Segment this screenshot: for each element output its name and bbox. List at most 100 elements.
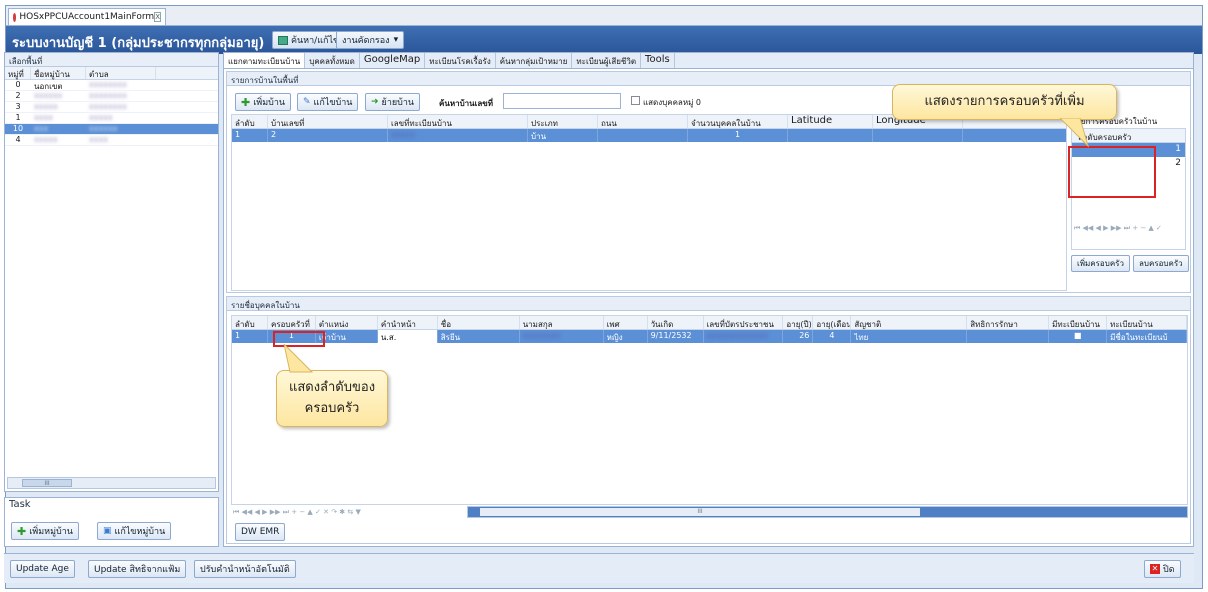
tab-target[interactable]: ค้นหากลุ่มเป้าหมาย	[496, 53, 573, 68]
col-type[interactable]: ประเภท	[528, 115, 598, 128]
col-no[interactable]: ลำดับ	[232, 316, 268, 329]
village-horizontal-scrollbar[interactable]: III	[7, 477, 216, 489]
col-age-month[interactable]: อายุ(เดือน)	[813, 316, 852, 329]
col-lastname[interactable]: นามสกุล	[520, 316, 604, 329]
dw-emr-button[interactable]: DW EMR	[235, 523, 286, 541]
tab-all-persons[interactable]: บุคคลทั้งหมด	[305, 53, 360, 68]
col-name[interactable]: ชื่อ	[438, 316, 520, 329]
col-position[interactable]: ตำแหน่ง	[316, 316, 378, 329]
cell-type: บ้าน	[528, 129, 598, 142]
village-grid-header: หมู่ที่ ชื่อหมู่บ้าน ตำบล	[5, 67, 218, 80]
col-tambon[interactable]: ตำบล	[86, 67, 156, 79]
cell-sex: หญิง	[604, 330, 648, 343]
col-moo[interactable]: หมู่ที่	[5, 67, 31, 79]
cell-no: 1	[232, 330, 268, 343]
cell-cid: xxxxxxxxxxxxx	[704, 330, 784, 343]
family-order-callout-line2: ครอบครัว	[304, 401, 360, 416]
cell-village-name: xxxxx	[34, 102, 58, 111]
cell-moo: 3	[15, 102, 21, 111]
col-sex[interactable]: เพศ	[604, 316, 648, 329]
callout-arrow-icon	[1059, 118, 1090, 148]
village-row[interactable]: 4 xxxxx xxxx	[5, 135, 218, 146]
house-row[interactable]: 1 2 xxxxx บ้าน 1	[232, 129, 1066, 142]
cell-moo: 10	[12, 124, 24, 133]
cell-persons: 1	[688, 129, 788, 142]
add-family-button[interactable]: เพิ่มครอบครัว	[1071, 255, 1130, 272]
cell-moo: 0	[15, 80, 21, 89]
cell-village-name: xxx	[34, 124, 49, 133]
edit-icon: ▣	[103, 526, 112, 536]
tab-googlemap[interactable]: GoogleMap	[360, 53, 426, 68]
area-panel-title: เลือกพื้นที่	[5, 53, 218, 67]
edit-icon: ✎	[303, 97, 311, 107]
col-has-reg[interactable]: มีทะเบียนบ้าน	[1049, 316, 1108, 329]
person-grid-header: ลำดับ ครอบครัวที่ ตำแหน่ง คำนำหน้า ชื่อ …	[232, 316, 1187, 330]
person-row[interactable]: 1 1 เจ้าบ้าน น.ส. สิรยีน xxxxxxxx หญิง 9…	[232, 330, 1187, 343]
screening-menu-button[interactable]: งานคัดกรอง ▾	[336, 31, 405, 49]
close-icon: ✕	[1150, 564, 1160, 574]
delete-family-button[interactable]: ลบครอบครัว	[1133, 255, 1189, 272]
col-nationality[interactable]: สัญชาติ	[851, 316, 968, 329]
cell-tambon: xxxxxxxx	[89, 102, 127, 111]
family-nav-bar[interactable]: ⏮ ◀◀ ◀ ▶ ▶▶ ⏭ + − ▲ ✓	[1074, 224, 1162, 233]
col-no[interactable]: ลำดับ	[232, 115, 268, 128]
person-nav-bar[interactable]: ⏮ ◀◀ ◀ ▶ ▶▶ ⏭ + − ▲ ✓ ✕ ↷ ✱ ⇆ ▼	[233, 508, 361, 517]
edit-house-button[interactable]: ✎ แก้ไขบ้าน	[297, 93, 359, 111]
col-road[interactable]: ถนน	[598, 115, 688, 128]
tab-tools[interactable]: Tools	[641, 53, 675, 68]
col-latitude[interactable]: Latitude	[788, 115, 873, 128]
scroll-thumb[interactable]: III	[480, 508, 920, 516]
add-house-button[interactable]: ✚ เพิ่มบ้าน	[235, 93, 292, 111]
family-rows-highlight	[1068, 146, 1156, 198]
search-edit-button[interactable]: ค้นหา/แก้ไข	[272, 31, 346, 49]
edit-village-button[interactable]: ▣ แก้ไขหมู่บ้าน	[97, 522, 172, 540]
village-row[interactable]: 10 xxx xxxxxx	[5, 124, 218, 135]
cell-no: 1	[232, 129, 268, 142]
col-dob[interactable]: วันเกิด	[648, 316, 704, 329]
cell-prefix: น.ส.	[377, 330, 438, 343]
close-tab-icon[interactable]: X	[154, 12, 161, 22]
update-age-button[interactable]: Update Age	[10, 560, 75, 578]
move-house-label: ย้ายบ้าน	[381, 98, 415, 108]
task-label: Task	[9, 499, 31, 510]
cell-tambon: xxxxxx	[89, 124, 118, 133]
cell-road	[598, 129, 688, 142]
cell-village-name: xxxxxx	[34, 91, 63, 100]
col-family[interactable]: ครอบครัวที่	[268, 316, 316, 329]
person-horizontal-scrollbar[interactable]: III	[467, 506, 1188, 518]
family-added-callout: แสดงรายการครอบครัวที่เพิ่ม	[892, 84, 1117, 120]
scroll-thumb[interactable]: III	[22, 479, 72, 487]
auto-prefix-button[interactable]: ปรับคำนำหน้าอัตโนมัติ	[194, 560, 296, 578]
col-reg-no[interactable]: เลขที่ทะเบียนบ้าน	[388, 115, 528, 128]
col-prefix[interactable]: คำนำหน้า	[378, 316, 438, 329]
village-row[interactable]: 0 นอกเขต xxxxxxxx	[5, 80, 218, 91]
show-moo0-checkbox[interactable]	[631, 96, 640, 105]
cell-tambon: xxxx	[89, 135, 108, 144]
form-title-bar: ระบบงานบัญชี 1 (กลุ่มประชากรทุกกลุ่มอายุ…	[6, 26, 1202, 54]
tab-death[interactable]: ทะเบียนผู้เสียชีวิต	[572, 53, 642, 68]
village-row[interactable]: 2 xxxxxx xxxxxxxx	[5, 91, 218, 102]
col-age-year[interactable]: อายุ(ปี)	[783, 316, 814, 329]
cell-village-name: นอกเขต	[34, 82, 63, 90]
col-village[interactable]: ชื่อหมู่บ้าน	[31, 67, 86, 79]
col-house-no[interactable]: บ้านเลขที่	[268, 115, 388, 128]
add-village-button[interactable]: ✚ เพิ่มหมู่บ้าน	[11, 522, 79, 540]
col-persons[interactable]: จำนวนบุคคลในบ้าน	[688, 115, 788, 128]
document-tab[interactable]: HOSxPPCUAccount1MainForm X	[8, 8, 166, 25]
move-house-button[interactable]: ➜ ย้ายบ้าน	[365, 93, 421, 111]
village-row[interactable]: 3 xxxxx xxxxxxxx	[5, 102, 218, 113]
tab-by-house[interactable]: แยกตามทะเบียนบ้าน	[224, 53, 306, 68]
col-reg[interactable]: ทะเบียนบ้าน	[1107, 316, 1187, 329]
edit-village-label: แก้ไขหมู่บ้าน	[114, 527, 166, 537]
cell-has-reg-checkbox[interactable]: ■	[1049, 330, 1108, 343]
village-row[interactable]: 1 xxxx xxxxx	[5, 113, 218, 124]
house-search-input[interactable]	[503, 93, 621, 109]
edit-house-label: แก้ไขบ้าน	[313, 98, 353, 108]
tab-chronic[interactable]: ทะเบียนโรคเรื้อรัง	[425, 53, 496, 68]
family-order-callout-line1: แสดงลำดับของ	[288, 380, 376, 395]
col-right[interactable]: สิทธิการรักษา	[967, 316, 1050, 329]
col-cid[interactable]: เลขที่บัตรประชาชน	[704, 316, 784, 329]
chevron-down-icon: ▾	[393, 35, 399, 45]
update-right-button[interactable]: Update สิทธิจากแฟ้ม	[88, 560, 187, 578]
close-button[interactable]: ✕ ปิด	[1144, 560, 1181, 578]
